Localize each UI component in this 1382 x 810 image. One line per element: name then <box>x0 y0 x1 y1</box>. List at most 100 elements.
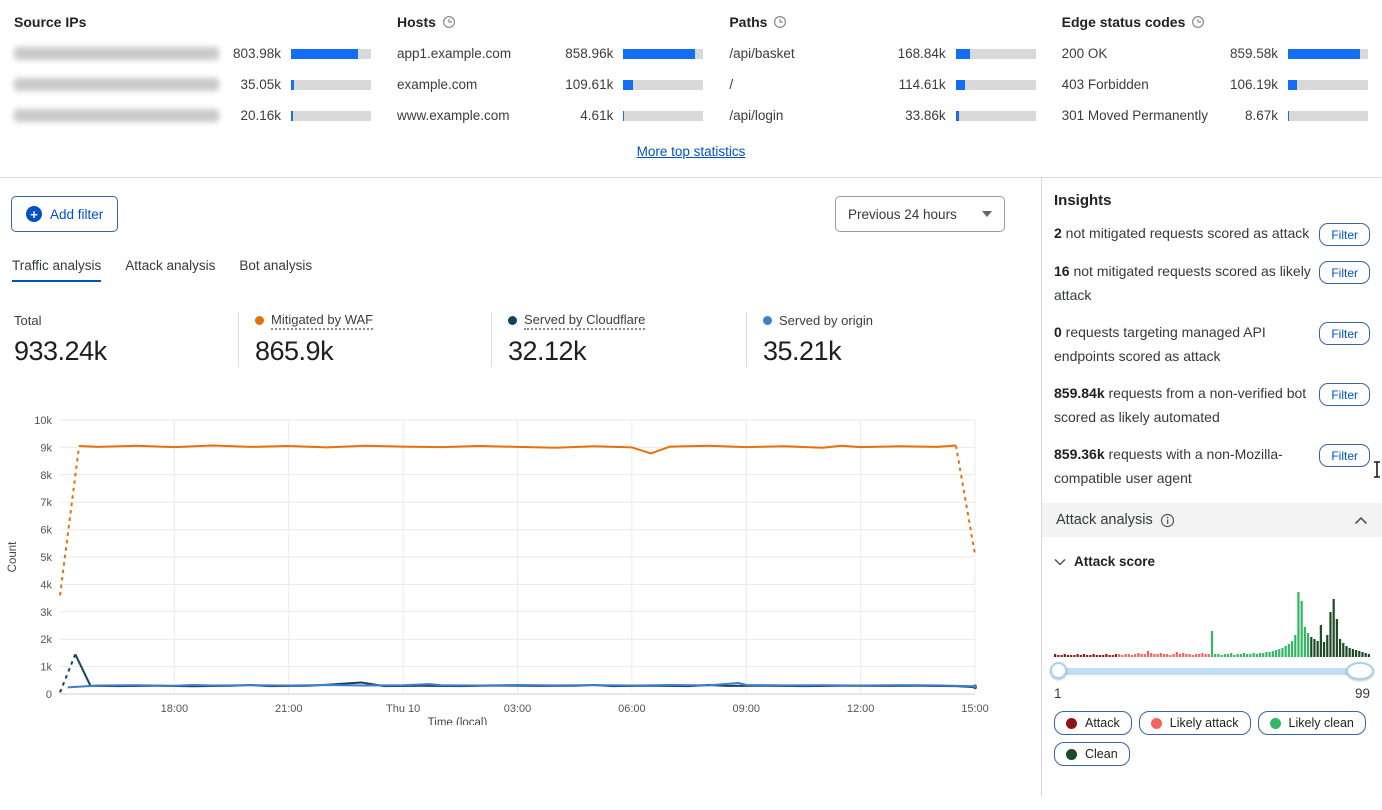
summary-label-text[interactable]: Served by Cloudflare <box>524 312 645 330</box>
top-stat-bar-fill <box>956 80 966 90</box>
top-stat-row[interactable]: 803.98k <box>14 46 371 61</box>
analytics-main-panel: + Add filter Previous 24 hours Traffic a… <box>0 178 1041 797</box>
summary-label-text: Served by origin <box>779 313 873 328</box>
insight-filter-button[interactable]: Filter <box>1319 444 1370 467</box>
top-stat-title: Source IPs <box>14 14 86 30</box>
clock-icon <box>1191 15 1205 29</box>
add-filter-button[interactable]: + Add filter <box>11 196 118 232</box>
summary-label-text[interactable]: Mitigated by WAF <box>271 312 373 330</box>
slider-handle-max[interactable] <box>1346 662 1374 680</box>
insight-item: 859.36k requests with a non-Mozilla-comp… <box>1054 442 1370 490</box>
legend-chip-clean[interactable]: Clean <box>1054 742 1130 766</box>
top-stat-value: 114.61k <box>884 77 946 92</box>
top-stat-label: 403 Forbidden <box>1062 77 1216 92</box>
top-stat-value: 20.16k <box>219 108 281 123</box>
attack-score-toggle[interactable]: Attack score <box>1054 554 1370 569</box>
top-stat-row[interactable]: /api/login33.86k <box>729 108 1035 123</box>
top-stat-row[interactable]: 200 OK859.58k <box>1062 46 1368 61</box>
chevron-down-icon <box>1054 558 1066 566</box>
top-stat-value: 168.84k <box>884 46 946 61</box>
top-stat-bar <box>623 80 703 90</box>
summary-value: 35.21k <box>763 336 1016 367</box>
top-stat-header: Hosts <box>397 14 703 30</box>
top-stat-value: 35.05k <box>219 77 281 92</box>
attack-score-label: Attack score <box>1074 554 1155 569</box>
top-stat-bar <box>956 111 1036 121</box>
svg-text:1k: 1k <box>40 662 52 674</box>
series-color-dot <box>508 316 517 325</box>
top-stat-value: 8.67k <box>1216 108 1278 123</box>
attack-analysis-section-header[interactable]: Attack analysis <box>1042 503 1382 537</box>
slider-max-label: 99 <box>1355 686 1370 701</box>
insight-item: 0 requests targeting managed API endpoin… <box>1054 320 1370 368</box>
insight-text: 16 not mitigated requests scored as like… <box>1054 259 1311 307</box>
svg-text:9k: 9k <box>40 442 52 454</box>
traffic-chart[interactable]: 01k2k3k4k5k6k7k8k9k10k18:0021:00Thu 1003… <box>0 393 1041 730</box>
top-stat-value: 858.96k <box>551 46 613 61</box>
top-stat-row[interactable]: 20.16k <box>14 108 371 123</box>
top-stat-bar <box>291 80 371 90</box>
time-range-dropdown[interactable]: Previous 24 hours <box>835 196 1005 232</box>
top-stat-row[interactable]: 301 Moved Permanently8.67k <box>1062 108 1368 123</box>
legend-chip-attack[interactable]: Attack <box>1054 711 1132 735</box>
insight-filter-button[interactable]: Filter <box>1319 322 1370 345</box>
top-stat-header: Source IPs <box>14 14 371 30</box>
top-stat-bar-fill <box>291 49 358 59</box>
insight-filter-button[interactable]: Filter <box>1319 383 1370 406</box>
clock-icon <box>442 15 456 29</box>
summary-value: 32.12k <box>508 336 746 367</box>
insight-filter-button[interactable]: Filter <box>1319 261 1370 284</box>
top-stat-label: app1.example.com <box>397 46 551 61</box>
top-stat-bar <box>956 49 1036 59</box>
insight-text: 859.36k requests with a non-Mozilla-comp… <box>1054 442 1311 490</box>
insight-item: 859.84k requests from a non-verified bot… <box>1054 381 1370 429</box>
top-stat-row[interactable]: /114.61k <box>729 77 1035 92</box>
more-top-statistics-link[interactable]: More top statistics <box>637 144 746 159</box>
svg-text:03:00: 03:00 <box>504 703 532 715</box>
blurred-ip-label <box>14 78 219 91</box>
top-stat-bar-fill <box>956 111 959 121</box>
insight-filter-button[interactable]: Filter <box>1319 223 1370 246</box>
insight-item: 2 not mitigated requests scored as attac… <box>1054 221 1370 246</box>
top-stat-row[interactable]: app1.example.com858.96k <box>397 46 703 61</box>
text-cursor <box>1373 461 1381 478</box>
legend-chip-likely-attack[interactable]: Likely attack <box>1139 711 1251 735</box>
attack-analysis-label: Attack analysis <box>1056 512 1153 528</box>
tab-attack-analysis[interactable]: Attack analysis <box>125 258 215 282</box>
legend-dot <box>1151 718 1162 729</box>
top-stat-row[interactable]: 403 Forbidden106.19k <box>1062 77 1368 92</box>
summary-label: Mitigated by WAF <box>255 312 491 329</box>
slider-handle-min[interactable] <box>1050 662 1067 679</box>
legend-dot <box>1066 749 1077 760</box>
series-color-dot <box>763 316 772 325</box>
slider-track[interactable] <box>1056 668 1368 675</box>
summary-block: Served by Cloudflare 32.12k <box>491 312 746 367</box>
summary-value: 933.24k <box>14 336 238 367</box>
top-stat-label: www.example.com <box>397 108 551 123</box>
svg-text:06:00: 06:00 <box>618 703 646 715</box>
top-stat-row[interactable]: www.example.com4.61k <box>397 108 703 123</box>
svg-text:Time (local): Time (local) <box>428 717 488 725</box>
legend-chip-likely-clean[interactable]: Likely clean <box>1258 711 1366 735</box>
insights-title: Insights <box>1054 192 1370 209</box>
plus-icon: + <box>26 206 42 222</box>
top-stat-bar <box>623 49 703 59</box>
tab-bot-analysis[interactable]: Bot analysis <box>239 258 312 282</box>
top-stat-row[interactable]: 35.05k <box>14 77 371 92</box>
legend-dot <box>1270 718 1281 729</box>
top-stat-row[interactable]: example.com109.61k <box>397 77 703 92</box>
summary-label: Total <box>14 312 238 329</box>
top-stat-bar <box>1288 80 1368 90</box>
summary-label: Served by Cloudflare <box>508 312 746 329</box>
tab-traffic-analysis[interactable]: Traffic analysis <box>12 258 101 282</box>
top-stat-column: Source IPs 803.98k 35.05k 20.16k <box>14 14 371 139</box>
svg-text:8k: 8k <box>40 470 52 482</box>
top-stat-bar-fill <box>623 49 695 59</box>
svg-text:Thu 10: Thu 10 <box>386 703 420 715</box>
top-stat-row[interactable]: /api/basket168.84k <box>729 46 1035 61</box>
summary-label-text: Total <box>14 313 41 328</box>
svg-text:3k: 3k <box>40 607 52 619</box>
attack-score-range-slider <box>1054 662 1370 680</box>
top-stat-label: /api/basket <box>729 46 883 61</box>
top-stat-value: 4.61k <box>551 108 613 123</box>
